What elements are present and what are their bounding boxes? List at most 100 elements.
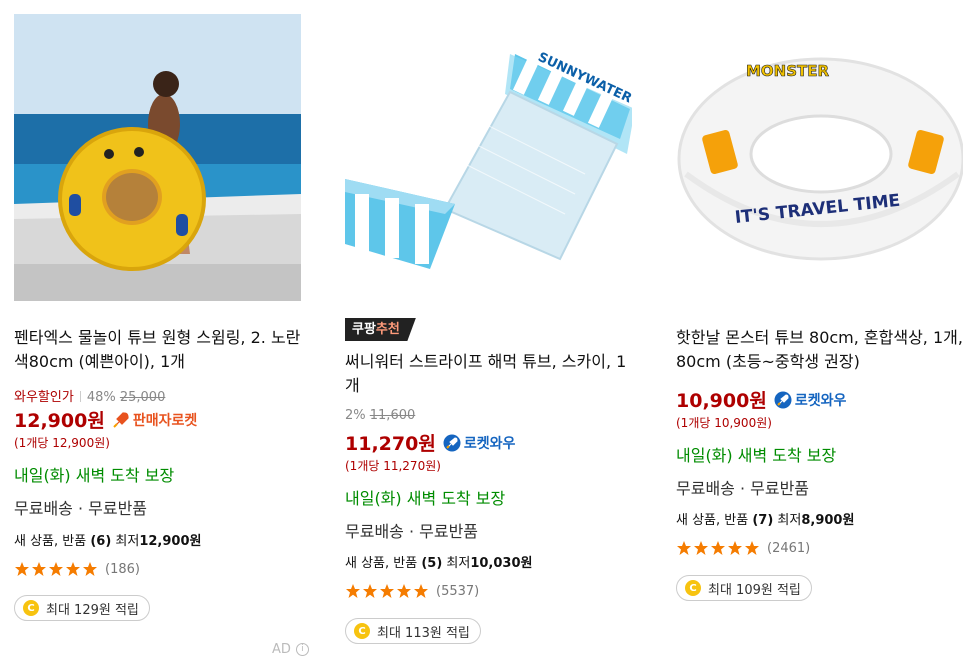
- used-price: 8,900원: [801, 513, 855, 528]
- star-icon: [728, 541, 742, 555]
- rocket-icon: [774, 391, 792, 408]
- used-prefix: 새 상품, 반품: [676, 513, 753, 528]
- product-image[interactable]: SUNNYWATER: [345, 14, 632, 301]
- used-prefix: 새 상품, 반품: [345, 556, 422, 571]
- star-rating: [676, 540, 761, 556]
- ad-label[interactable]: AD i: [272, 642, 309, 657]
- used-count: (6): [90, 534, 112, 549]
- reward-badge: C 최대 129원 적립: [14, 595, 150, 621]
- used-price: 10,030원: [470, 556, 533, 571]
- reward-badge: C 최대 109원 적립: [676, 575, 812, 601]
- unit-price: (1개당 12,900원): [14, 436, 110, 450]
- star-icon: [15, 562, 29, 576]
- info-icon[interactable]: i: [295, 643, 309, 656]
- delivery-promise: 내일(화) 새벽 도착 보장: [676, 446, 837, 465]
- sale-price: 10,900원: [676, 390, 767, 412]
- shipping-info: 무료배송 · 무료반품: [676, 479, 810, 498]
- original-price: 25,000: [119, 390, 166, 405]
- original-price: 11,600: [369, 408, 416, 423]
- used-offer[interactable]: 새 상품, 반품 (7) 최저8,900원: [676, 509, 854, 528]
- coin-icon: C: [685, 580, 701, 596]
- product-image[interactable]: [14, 14, 301, 301]
- product-card[interactable]: MONSTER IT'S TRAVEL TIME 핫한날 몬스터 튜브 80cm…: [676, 0, 976, 670]
- star-icon: [677, 541, 691, 555]
- star-icon: [694, 541, 708, 555]
- star-icon: [346, 584, 360, 598]
- star-icon: [32, 562, 46, 576]
- product-image[interactable]: MONSTER IT'S TRAVEL TIME: [676, 14, 963, 301]
- star-icon: [745, 541, 759, 555]
- shipping-info: 무료배송 · 무료반품: [345, 522, 479, 541]
- star-icon: [380, 584, 394, 598]
- hammock-float-photo: SUNNYWATER: [345, 14, 632, 301]
- used-prefix: 새 상품, 반품: [14, 534, 91, 549]
- front-tube-stripes: [355, 194, 429, 264]
- rocket-icon: [443, 434, 461, 451]
- review-count: (2461): [767, 540, 811, 556]
- rocket-label: 판매자로켓: [132, 412, 198, 429]
- divider: [79, 391, 81, 402]
- rating: (186): [14, 561, 140, 577]
- discount-label: 와우할인가: [14, 390, 74, 405]
- used-count: (7): [752, 513, 774, 528]
- used-count: (5): [421, 556, 443, 571]
- used-offer[interactable]: 새 상품, 반품 (6) 최저12,900원: [14, 530, 201, 549]
- rocket-label: 로켓와우: [463, 435, 516, 452]
- price-row: 11,270원 로켓와우: [345, 429, 515, 456]
- star-icon: [49, 562, 63, 576]
- rocket-wow-badge: 로켓와우: [774, 390, 847, 410]
- discount-row: 2% 11,600: [345, 408, 415, 423]
- badge-accent: 추천: [375, 322, 400, 337]
- seller-rocket-badge: 판매자로켓: [112, 410, 197, 430]
- used-offer[interactable]: 새 상품, 반품 (5) 최저10,030원: [345, 552, 532, 571]
- star-icon: [711, 541, 725, 555]
- discount-row: 와우할인가 48% 25,000: [14, 386, 165, 405]
- rating: (5537): [345, 583, 479, 599]
- rocket-wow-badge: 로켓와우: [443, 433, 516, 453]
- rating: (2461): [676, 540, 810, 556]
- discount-percent: 2%: [345, 408, 366, 423]
- used-mid: 최저: [773, 513, 802, 528]
- reward-text: 최대 109원 적립: [708, 582, 801, 598]
- monster-tube-photo: MONSTER IT'S TRAVEL TIME: [676, 14, 963, 301]
- star-icon: [397, 584, 411, 598]
- sale-price: 12,900원: [14, 410, 105, 432]
- review-count: (186): [105, 561, 140, 577]
- reward-text: 최대 129원 적립: [46, 602, 139, 618]
- product-title[interactable]: 핫한날 몬스터 튜브 80cm, 혼합색상, 1개, 80cm (초등~중학생 …: [676, 326, 966, 374]
- image-brand-text: MONSTER: [746, 62, 830, 80]
- star-rating: [14, 561, 99, 577]
- star-icon: [363, 584, 377, 598]
- coin-icon: C: [23, 600, 39, 616]
- delivery-promise: 내일(화) 새벽 도착 보장: [345, 489, 506, 508]
- star-icon: [66, 562, 80, 576]
- star-icon: [414, 584, 428, 598]
- star-rating: [345, 583, 430, 599]
- yellow-swim-ring-photo: [14, 14, 301, 301]
- product-title[interactable]: 펜타엑스 물놀이 튜브 원형 스윔링, 2. 노란색80cm (예쁜아이), 1…: [14, 326, 304, 374]
- product-card[interactable]: SUNNYWATER 쿠팡추천 써니워터 스트라이프 해먹 튜브, 스카이, 1…: [345, 0, 645, 670]
- ad-text: AD: [272, 642, 291, 657]
- badge-main: 쿠팡: [352, 322, 376, 337]
- used-mid: 최저: [111, 534, 140, 549]
- coin-icon: C: [354, 623, 370, 639]
- reward-badge: C 최대 113원 적립: [345, 618, 481, 644]
- used-mid: 최저: [442, 556, 471, 571]
- price-row: 10,900원 로켓와우: [676, 386, 846, 413]
- used-price: 12,900원: [139, 534, 202, 549]
- product-title[interactable]: 써니워터 스트라이프 해먹 튜브, 스카이, 1개: [345, 350, 635, 398]
- recommend-badge: 쿠팡추천: [345, 318, 416, 341]
- reward-text: 최대 113원 적립: [377, 625, 470, 641]
- product-card[interactable]: 펜타엑스 물놀이 튜브 원형 스윔링, 2. 노란색80cm (예쁜아이), 1…: [14, 0, 314, 670]
- star-icon: [83, 562, 97, 576]
- rocket-label: 로켓와우: [794, 392, 847, 409]
- sale-price: 11,270원: [345, 433, 436, 455]
- review-count: (5537): [436, 583, 480, 599]
- rocket-icon: [113, 411, 129, 428]
- price-row: 12,900원 판매자로켓: [14, 406, 197, 433]
- discount-percent: 48%: [86, 390, 116, 405]
- unit-price: (1개당 11,270원): [345, 459, 441, 473]
- delivery-promise: 내일(화) 새벽 도착 보장: [14, 466, 175, 485]
- unit-price: (1개당 10,900원): [676, 416, 772, 430]
- shipping-info: 무료배송 · 무료반품: [14, 499, 148, 518]
